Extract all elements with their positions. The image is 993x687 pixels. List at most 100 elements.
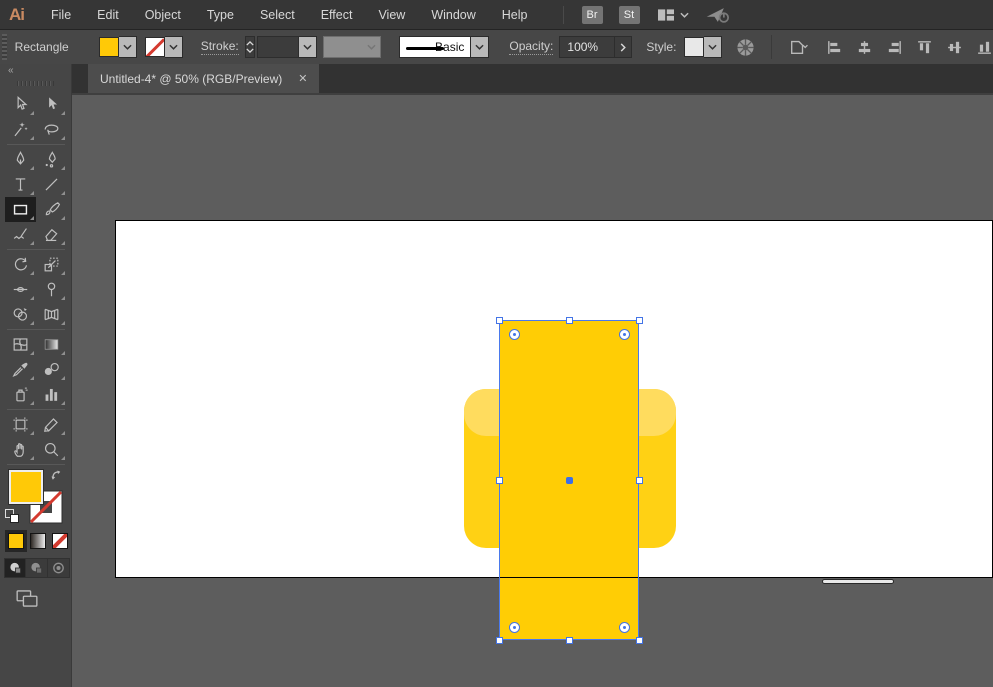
graphic-style-combo[interactable] [684, 36, 722, 58]
rotate-tool[interactable] [5, 252, 36, 277]
align-horizontal-center-button[interactable] [856, 39, 873, 56]
stroke-color-picker[interactable] [145, 36, 183, 58]
swap-fill-stroke-icon[interactable] [51, 470, 64, 483]
corner-radius-widget-top-right[interactable] [619, 329, 630, 340]
selection-handle-bottom-left[interactable] [496, 637, 503, 644]
panel-grip[interactable] [17, 79, 54, 88]
fill-dropdown-button[interactable] [119, 36, 137, 58]
stroke-weight-combo[interactable] [257, 36, 317, 58]
stroke-weight-label[interactable]: Stroke: [201, 39, 239, 55]
rectangle-tool[interactable] [5, 197, 36, 222]
shape-builder-tool[interactable] [5, 302, 36, 327]
none-mode-button[interactable] [49, 530, 71, 552]
opacity-combo[interactable]: 100% [559, 36, 632, 58]
menu-window[interactable]: Window [418, 8, 488, 22]
fill-swatch[interactable] [99, 37, 119, 57]
align-left-button[interactable] [826, 39, 843, 56]
stroke-weight-stepper[interactable] [245, 36, 255, 58]
stroke-weight-dropdown-button[interactable] [299, 36, 317, 58]
zoom-tool[interactable] [36, 437, 67, 462]
align-bottom-button[interactable] [976, 39, 993, 56]
brush-definition-combo[interactable]: Basic [399, 36, 489, 58]
menu-help[interactable]: Help [489, 8, 541, 22]
canvas-area[interactable] [72, 95, 993, 687]
color-mode-button[interactable] [5, 530, 27, 552]
selection-tool[interactable] [5, 92, 36, 117]
opacity-expand-button[interactable] [615, 36, 632, 58]
fill-swatch[interactable] [9, 470, 43, 504]
recolor-artwork-button[interactable] [736, 38, 755, 57]
opacity-field[interactable]: 100% [559, 36, 615, 58]
stroke-dropdown-button[interactable] [165, 36, 183, 58]
gradient-mode-button[interactable] [27, 530, 49, 552]
menu-view[interactable]: View [365, 8, 418, 22]
selection-handle-top-center[interactable] [566, 317, 573, 324]
curvature-tool[interactable] [36, 147, 67, 172]
mesh-tool[interactable] [5, 332, 36, 357]
puppet-warp-tool[interactable] [36, 277, 67, 302]
perspective-grid-tool[interactable] [36, 302, 67, 327]
gpu-performance-icon[interactable] [705, 6, 729, 24]
shaper-tool[interactable] [5, 222, 36, 247]
menu-object[interactable]: Object [132, 8, 194, 22]
blend-tool[interactable] [36, 357, 67, 382]
paintbrush-tool[interactable] [36, 197, 67, 222]
column-graph-tool[interactable] [36, 382, 67, 407]
panel-grip[interactable] [2, 34, 7, 60]
document-tab[interactable]: Untitled-4* @ 50% (RGB/Preview) ✕ [88, 64, 319, 93]
align-right-button[interactable] [886, 39, 903, 56]
draw-inside-button[interactable] [48, 559, 69, 577]
direct-selection-tool[interactable] [36, 92, 67, 117]
corner-radius-widget-bottom-right[interactable] [619, 622, 630, 633]
line-segment-tool[interactable] [36, 172, 67, 197]
slice-tool[interactable] [36, 412, 67, 437]
collapse-panel-button[interactable]: « [0, 64, 71, 78]
hand-tool[interactable] [5, 437, 36, 462]
stroke-weight-field[interactable] [257, 36, 299, 58]
selection-handle-middle-right[interactable] [636, 477, 643, 484]
brush-dropdown-button[interactable] [471, 36, 489, 58]
menu-select[interactable]: Select [247, 8, 308, 22]
selection-handle-top-left[interactable] [496, 317, 503, 324]
pen-tool[interactable] [5, 147, 36, 172]
style-dropdown-button[interactable] [704, 36, 722, 58]
default-fill-stroke-icon[interactable] [5, 509, 19, 523]
menu-type[interactable]: Type [194, 8, 247, 22]
corner-radius-widget-bottom-left[interactable] [509, 622, 520, 633]
arrange-document-button[interactable] [788, 38, 808, 56]
lasso-tool[interactable] [36, 117, 67, 142]
selection-center-point[interactable] [566, 477, 573, 484]
gradient-tool[interactable] [36, 332, 67, 357]
symbol-sprayer-tool[interactable] [5, 382, 36, 407]
draw-normal-button[interactable] [5, 559, 26, 577]
magic-wand-tool[interactable] [5, 117, 36, 142]
selection-handle-top-right[interactable] [636, 317, 643, 324]
menu-edit[interactable]: Edit [84, 8, 132, 22]
eyedropper-tool[interactable] [5, 357, 36, 382]
workspace-switcher[interactable] [656, 7, 689, 23]
brush-definition-field[interactable]: Basic [399, 36, 471, 58]
eraser-tool[interactable] [36, 222, 67, 247]
artboard-tool[interactable] [5, 412, 36, 437]
menu-file[interactable]: File [38, 8, 84, 22]
opacity-label[interactable]: Opacity: [509, 39, 553, 55]
scale-tool[interactable] [36, 252, 67, 277]
small-pill-shape[interactable] [822, 579, 894, 584]
menu-effect[interactable]: Effect [308, 8, 366, 22]
align-top-button[interactable] [916, 39, 933, 56]
selection-handle-middle-left[interactable] [496, 477, 503, 484]
draw-behind-button[interactable] [26, 559, 47, 577]
corner-radius-widget-top-left[interactable] [509, 329, 520, 340]
fill-color-picker[interactable] [99, 36, 137, 58]
change-screen-mode-button[interactable] [16, 590, 71, 607]
stroke-none-swatch[interactable] [145, 37, 165, 57]
width-tool[interactable] [5, 277, 36, 302]
close-tab-button[interactable]: ✕ [298, 72, 307, 85]
bridge-button[interactable]: Br [582, 6, 603, 24]
align-vertical-center-button[interactable] [946, 39, 963, 56]
graphic-style-swatch[interactable] [684, 37, 704, 57]
adobe-stock-button[interactable]: St [619, 6, 640, 24]
type-tool[interactable] [5, 172, 36, 197]
selection-handle-bottom-right[interactable] [636, 637, 643, 644]
selection-handle-bottom-center[interactable] [566, 637, 573, 644]
